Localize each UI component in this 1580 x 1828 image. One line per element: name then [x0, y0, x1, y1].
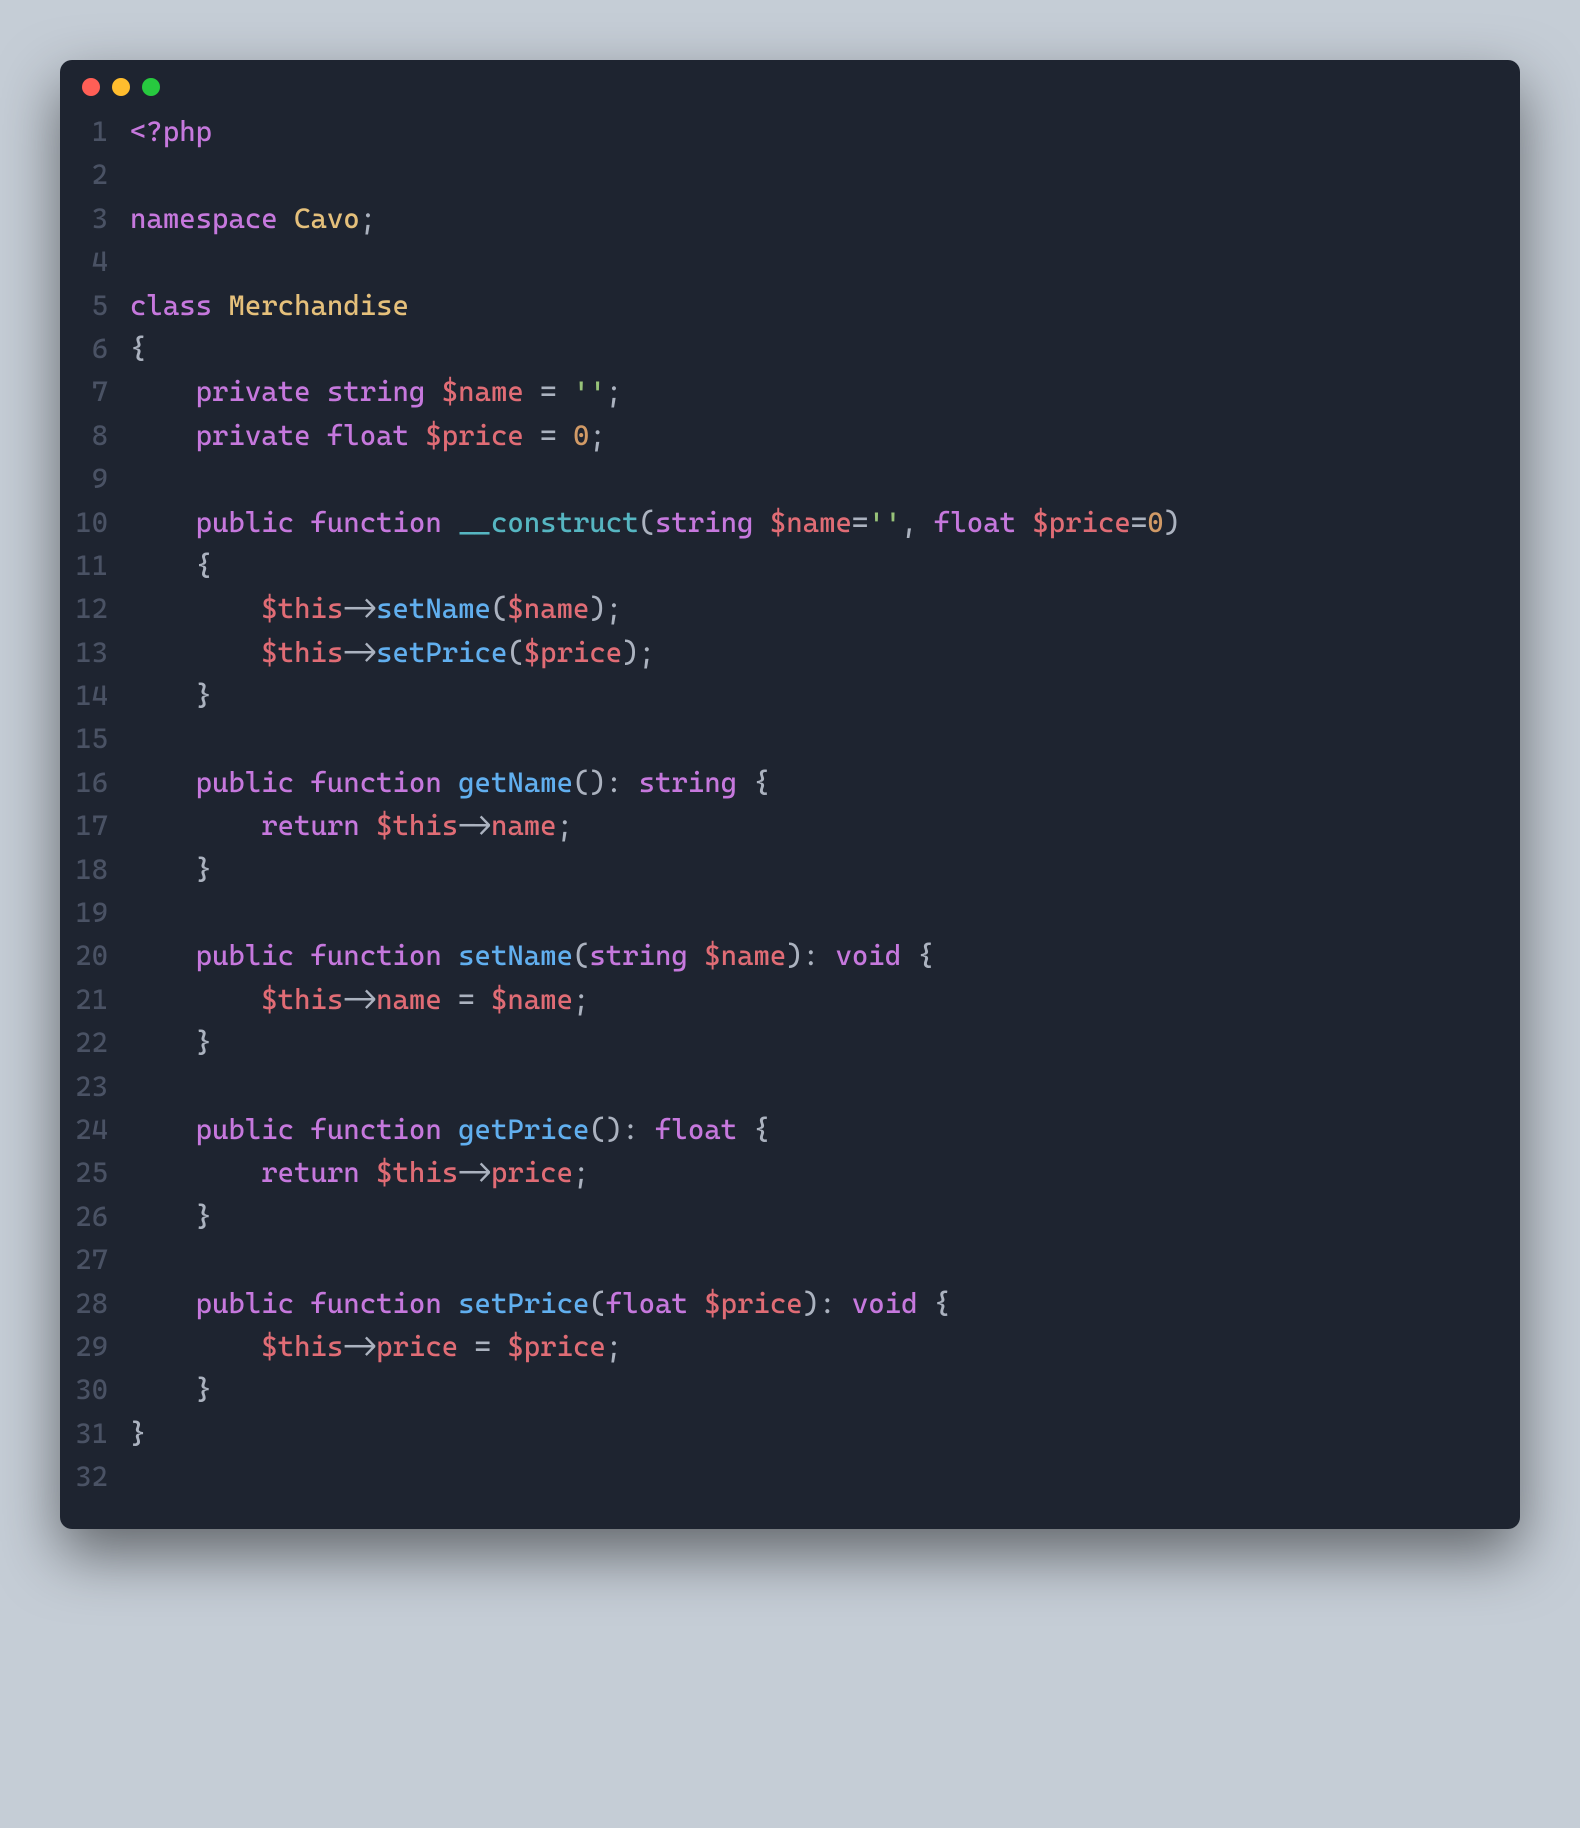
code-content: public function getName(): string { [130, 761, 770, 804]
code-content: } [130, 674, 212, 717]
code-line[interactable]: 29 $this->price = $price; [60, 1325, 1520, 1368]
code-content: } [130, 1368, 212, 1411]
code-line[interactable]: 32 [60, 1455, 1520, 1498]
code-line[interactable]: 13 $this->setPrice($price); [60, 631, 1520, 674]
code-content: $this->setName($name); [130, 587, 622, 630]
line-number: 32 [60, 1455, 130, 1498]
code-content: return $this->price; [130, 1151, 589, 1194]
minimize-icon[interactable] [112, 78, 130, 96]
code-line[interactable]: 12 $this->setName($name); [60, 587, 1520, 630]
line-number: 31 [60, 1412, 130, 1455]
code-line[interactable]: 7 private string $name = ''; [60, 370, 1520, 413]
line-number: 6 [60, 327, 130, 370]
code-line[interactable]: 6{ [60, 327, 1520, 370]
line-number: 9 [60, 457, 130, 500]
code-line[interactable]: 11 { [60, 544, 1520, 587]
code-line[interactable]: 14 } [60, 674, 1520, 717]
line-number: 3 [60, 197, 130, 240]
code-line[interactable]: 26 } [60, 1195, 1520, 1238]
code-content: $this->name = $name; [130, 978, 589, 1021]
line-number: 2 [60, 153, 130, 196]
code-line[interactable]: 17 return $this->name; [60, 804, 1520, 847]
code-line[interactable]: 3namespace Cavo; [60, 197, 1520, 240]
code-content: } [130, 1195, 212, 1238]
line-number: 7 [60, 370, 130, 413]
code-line[interactable]: 19 [60, 891, 1520, 934]
line-number: 5 [60, 284, 130, 327]
line-number: 16 [60, 761, 130, 804]
line-number: 14 [60, 674, 130, 717]
code-line[interactable]: 21 $this->name = $name; [60, 978, 1520, 1021]
line-number: 8 [60, 414, 130, 457]
line-number: 23 [60, 1065, 130, 1108]
zoom-icon[interactable] [142, 78, 160, 96]
code-line[interactable]: 25 return $this->price; [60, 1151, 1520, 1194]
code-line[interactable]: 9 [60, 457, 1520, 500]
code-content: public function getPrice(): float { [130, 1108, 770, 1151]
line-number: 21 [60, 978, 130, 1021]
titlebar [60, 60, 1520, 104]
code-line[interactable]: 24 public function getPrice(): float { [60, 1108, 1520, 1151]
line-number: 25 [60, 1151, 130, 1194]
code-line[interactable]: 31} [60, 1412, 1520, 1455]
code-content: } [130, 848, 212, 891]
code-content: $this->setPrice($price); [130, 631, 655, 674]
code-line[interactable]: 2 [60, 153, 1520, 196]
code-line[interactable]: 10 public function __construct(string $n… [60, 501, 1520, 544]
code-line[interactable]: 30 } [60, 1368, 1520, 1411]
code-content: return $this->name; [130, 804, 573, 847]
close-icon[interactable] [82, 78, 100, 96]
code-content: { [130, 544, 212, 587]
code-content: public function __construct(string $name… [130, 501, 1180, 544]
code-line[interactable]: 20 public function setName(string $name)… [60, 934, 1520, 977]
code-line[interactable]: 28 public function setPrice(float $price… [60, 1282, 1520, 1325]
line-number: 22 [60, 1021, 130, 1064]
line-number: 24 [60, 1108, 130, 1151]
line-number: 4 [60, 240, 130, 283]
line-number: 26 [60, 1195, 130, 1238]
line-number: 19 [60, 891, 130, 934]
code-content: } [130, 1412, 146, 1455]
code-content: namespace Cavo; [130, 197, 376, 240]
code-line[interactable]: 18 } [60, 848, 1520, 891]
line-number: 17 [60, 804, 130, 847]
line-number: 18 [60, 848, 130, 891]
line-number: 27 [60, 1238, 130, 1281]
line-number: 10 [60, 501, 130, 544]
code-line[interactable]: 4 [60, 240, 1520, 283]
code-content: public function setPrice(float $price): … [130, 1282, 950, 1325]
code-content: $this->price = $price; [130, 1325, 622, 1368]
line-number: 11 [60, 544, 130, 587]
code-content: } [130, 1021, 212, 1064]
code-content: { [130, 327, 146, 370]
code-line[interactable]: 1<?php [60, 110, 1520, 153]
code-line[interactable]: 22 } [60, 1021, 1520, 1064]
line-number: 1 [60, 110, 130, 153]
code-editor[interactable]: 1<?php23namespace Cavo;45class Merchandi… [60, 104, 1520, 1529]
line-number: 28 [60, 1282, 130, 1325]
code-line[interactable]: 15 [60, 717, 1520, 760]
code-line[interactable]: 16 public function getName(): string { [60, 761, 1520, 804]
line-number: 15 [60, 717, 130, 760]
line-number: 13 [60, 631, 130, 674]
line-number: 29 [60, 1325, 130, 1368]
code-line[interactable]: 5class Merchandise [60, 284, 1520, 327]
line-number: 30 [60, 1368, 130, 1411]
code-line[interactable]: 23 [60, 1065, 1520, 1108]
code-window: 1<?php23namespace Cavo;45class Merchandi… [60, 60, 1520, 1529]
line-number: 12 [60, 587, 130, 630]
code-line[interactable]: 8 private float $price = 0; [60, 414, 1520, 457]
code-content: class Merchandise [130, 284, 409, 327]
code-content: <?php [130, 110, 212, 153]
code-content: public function setName(string $name): v… [130, 934, 934, 977]
code-content: private string $name = ''; [130, 370, 622, 413]
code-line[interactable]: 27 [60, 1238, 1520, 1281]
line-number: 20 [60, 934, 130, 977]
code-content: private float $price = 0; [130, 414, 606, 457]
